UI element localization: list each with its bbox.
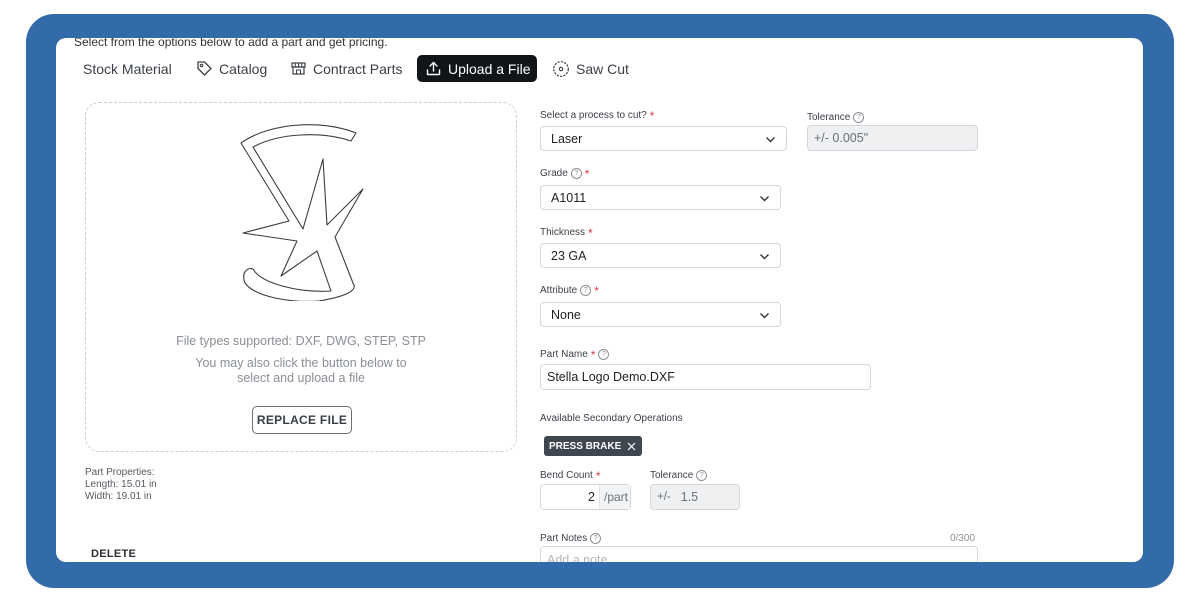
tab-label: Upload a File (448, 60, 531, 77)
help-icon[interactable]: ? (580, 285, 592, 296)
intro-text: Select from the options below to add a p… (74, 38, 388, 49)
bend-count-input[interactable]: 2 /part (540, 484, 631, 510)
bend-tolerance-label-text: Tolerance (650, 470, 694, 481)
tab-stock-material[interactable]: Stock Material (75, 55, 180, 82)
part-notes-label-text: Part Notes (540, 533, 588, 544)
bend-tolerance-value: 1.5 (680, 490, 699, 504)
help-icon[interactable]: ? (853, 112, 865, 123)
upload-panel: Select from the options below to add a p… (56, 38, 1143, 562)
process-value: Laser (551, 131, 583, 146)
tolerance-label-text: Tolerance (807, 112, 851, 123)
upload-hint-line2: select and upload a file (237, 371, 365, 385)
required-asterisk: * (595, 468, 601, 483)
part-properties-heading: Part Properties: (85, 467, 155, 478)
bend-count-unit: /part (599, 485, 630, 509)
delete-button[interactable]: DELETE (91, 548, 136, 560)
press-brake-chip[interactable]: PRESS BRAKE (544, 436, 643, 456)
thickness-label: Thickness * (540, 225, 593, 240)
attribute-value: None (551, 307, 581, 322)
tab-contract-parts[interactable]: Contract Parts (282, 55, 410, 82)
tolerance-value: +/- 0.005" (814, 131, 869, 145)
thickness-label-text: Thickness (540, 227, 586, 238)
process-select[interactable]: Laser (540, 126, 787, 151)
tab-label: Contract Parts (313, 60, 403, 77)
attribute-label: Attribute ? * (540, 283, 599, 298)
part-name-value: Stella Logo Demo.DXF (547, 370, 675, 384)
upload-hint-line1: You may also click the button below to (195, 356, 407, 370)
tab-label: Stock Material (83, 60, 172, 77)
grade-label: Grade ? * (540, 166, 590, 181)
chevron-down-icon (760, 196, 769, 202)
part-preview-image (240, 124, 364, 301)
secondary-ops-label: Available Secondary Operations (540, 413, 683, 424)
saw-blade-icon (552, 60, 570, 78)
chevron-down-icon (760, 254, 769, 260)
tab-saw-cut[interactable]: Saw Cut (544, 55, 637, 82)
upload-icon (425, 60, 442, 77)
attribute-select[interactable]: None (540, 302, 781, 327)
required-asterisk: * (594, 283, 599, 298)
chevron-down-icon (760, 313, 769, 319)
part-notes-textarea[interactable]: Add a note... (540, 546, 978, 562)
bend-count-value: 2 (588, 490, 595, 504)
tag-icon (196, 60, 213, 77)
chevron-down-icon (766, 137, 775, 143)
grade-value: A1011 (551, 190, 587, 205)
help-icon[interactable]: ? (570, 168, 582, 179)
file-drop-zone[interactable]: File types supported: DXF, DWG, STEP, ST… (85, 102, 517, 452)
grade-label-text: Grade (540, 168, 568, 179)
help-icon[interactable]: ? (598, 349, 610, 360)
tab-label: Catalog (219, 60, 268, 77)
help-icon[interactable]: ? (590, 533, 602, 544)
bend-count-label: Bend Count * (540, 468, 601, 483)
part-notes-label: Part Notes ? (540, 533, 602, 544)
chip-label: PRESS BRAKE (549, 440, 622, 452)
process-label: Select a process to cut? * (540, 108, 655, 123)
part-name-label: Part Name * ? (540, 347, 610, 362)
required-asterisk: * (588, 225, 593, 240)
required-asterisk: * (584, 166, 590, 181)
tab-upload-file[interactable]: Upload a File (417, 55, 537, 82)
attribute-label-text: Attribute (540, 285, 578, 296)
thickness-select[interactable]: 23 GA (540, 243, 781, 268)
part-notes-placeholder: Add a note... (547, 553, 618, 562)
part-notes-counter: 0/300 (950, 533, 976, 544)
part-length: Length: 15.01 in (85, 479, 157, 490)
bend-count-label-text: Bend Count (540, 470, 593, 481)
thickness-value: 23 GA (551, 248, 587, 263)
part-width: Width: 19.01 in (85, 491, 152, 502)
help-icon[interactable]: ? (696, 470, 708, 481)
part-name-input[interactable]: Stella Logo Demo.DXF (540, 364, 871, 390)
file-types-text: File types supported: DXF, DWG, STEP, ST… (176, 334, 426, 348)
required-asterisk: * (590, 347, 596, 362)
tolerance-label: Tolerance ? (807, 112, 865, 123)
part-name-label-text: Part Name (540, 349, 588, 360)
tab-catalog[interactable]: Catalog (188, 55, 275, 82)
tab-label: Saw Cut (576, 60, 629, 77)
process-label-text: Select a process to cut? (540, 110, 647, 121)
required-asterisk: * (649, 108, 655, 123)
replace-file-button[interactable]: REPLACE FILE (252, 406, 352, 434)
bend-tolerance-field: +/- 1.5 (650, 484, 740, 510)
part-properties: Part Properties: Length: 15.01 in Width:… (85, 467, 157, 503)
tolerance-field: +/- 0.005" (807, 125, 978, 151)
bend-tolerance-label: Tolerance ? (650, 470, 708, 481)
bend-tolerance-prefix: +/- (657, 491, 671, 503)
close-icon[interactable] (627, 442, 636, 451)
grade-select[interactable]: A1011 (540, 185, 781, 210)
store-icon (290, 60, 307, 77)
